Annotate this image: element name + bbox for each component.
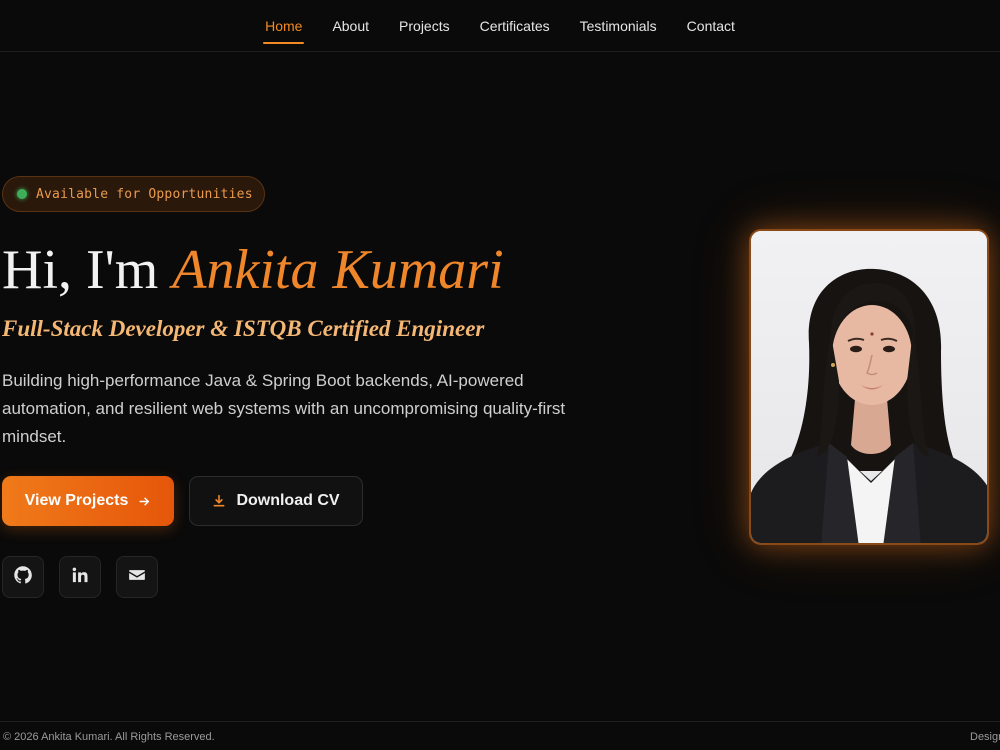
linkedin-link[interactable] — [59, 556, 101, 598]
nav-item-contact[interactable]: Contact — [685, 12, 737, 40]
nav-item-about[interactable]: About — [330, 12, 371, 40]
hero-subtitle: Full-Stack Developer & ISTQB Certified E… — [2, 316, 485, 341]
nav-item-projects[interactable]: Projects — [397, 12, 452, 40]
nav-item-home[interactable]: Home — [263, 12, 305, 44]
top-navigation: Home About Projects Certificates Testimo… — [0, 0, 1000, 52]
mail-icon — [128, 566, 146, 589]
download-cv-button[interactable]: Download CV — [189, 476, 363, 526]
hero-greeting: Hi, I'm — [2, 239, 159, 301]
profile-photo — [749, 229, 989, 545]
view-projects-button[interactable]: View Projects — [2, 476, 174, 526]
download-cv-label: Download CV — [236, 492, 340, 509]
email-link[interactable] — [116, 556, 158, 598]
copyright-text: © 2026 Ankita Kumari. All Rights Reserve… — [3, 731, 215, 743]
social-links — [2, 556, 158, 598]
footer: © 2026 Ankita Kumari. All Rights Reserve… — [0, 721, 1000, 750]
hero-name: Ankita Kumari — [172, 239, 504, 301]
profile-portrait-illustration — [751, 231, 987, 543]
arrow-right-icon — [138, 495, 151, 508]
github-icon — [13, 565, 33, 590]
download-icon — [212, 494, 226, 508]
linkedin-icon — [71, 566, 89, 589]
github-link[interactable] — [2, 556, 44, 598]
nav-item-certificates[interactable]: Certificates — [478, 12, 552, 40]
availability-badge: Available for Opportunities — [2, 176, 265, 212]
availability-badge-text: Available for Opportunities — [36, 186, 253, 202]
footer-credit-text: Design — [970, 731, 1000, 743]
view-projects-label: View Projects — [24, 492, 129, 509]
hero-title: Hi, I'm Ankita Kumari — [2, 238, 504, 302]
hero-description: Building high-performance Java & Spring … — [2, 371, 566, 446]
nav-item-testimonials[interactable]: Testimonials — [578, 12, 659, 40]
status-dot-icon — [17, 189, 27, 199]
